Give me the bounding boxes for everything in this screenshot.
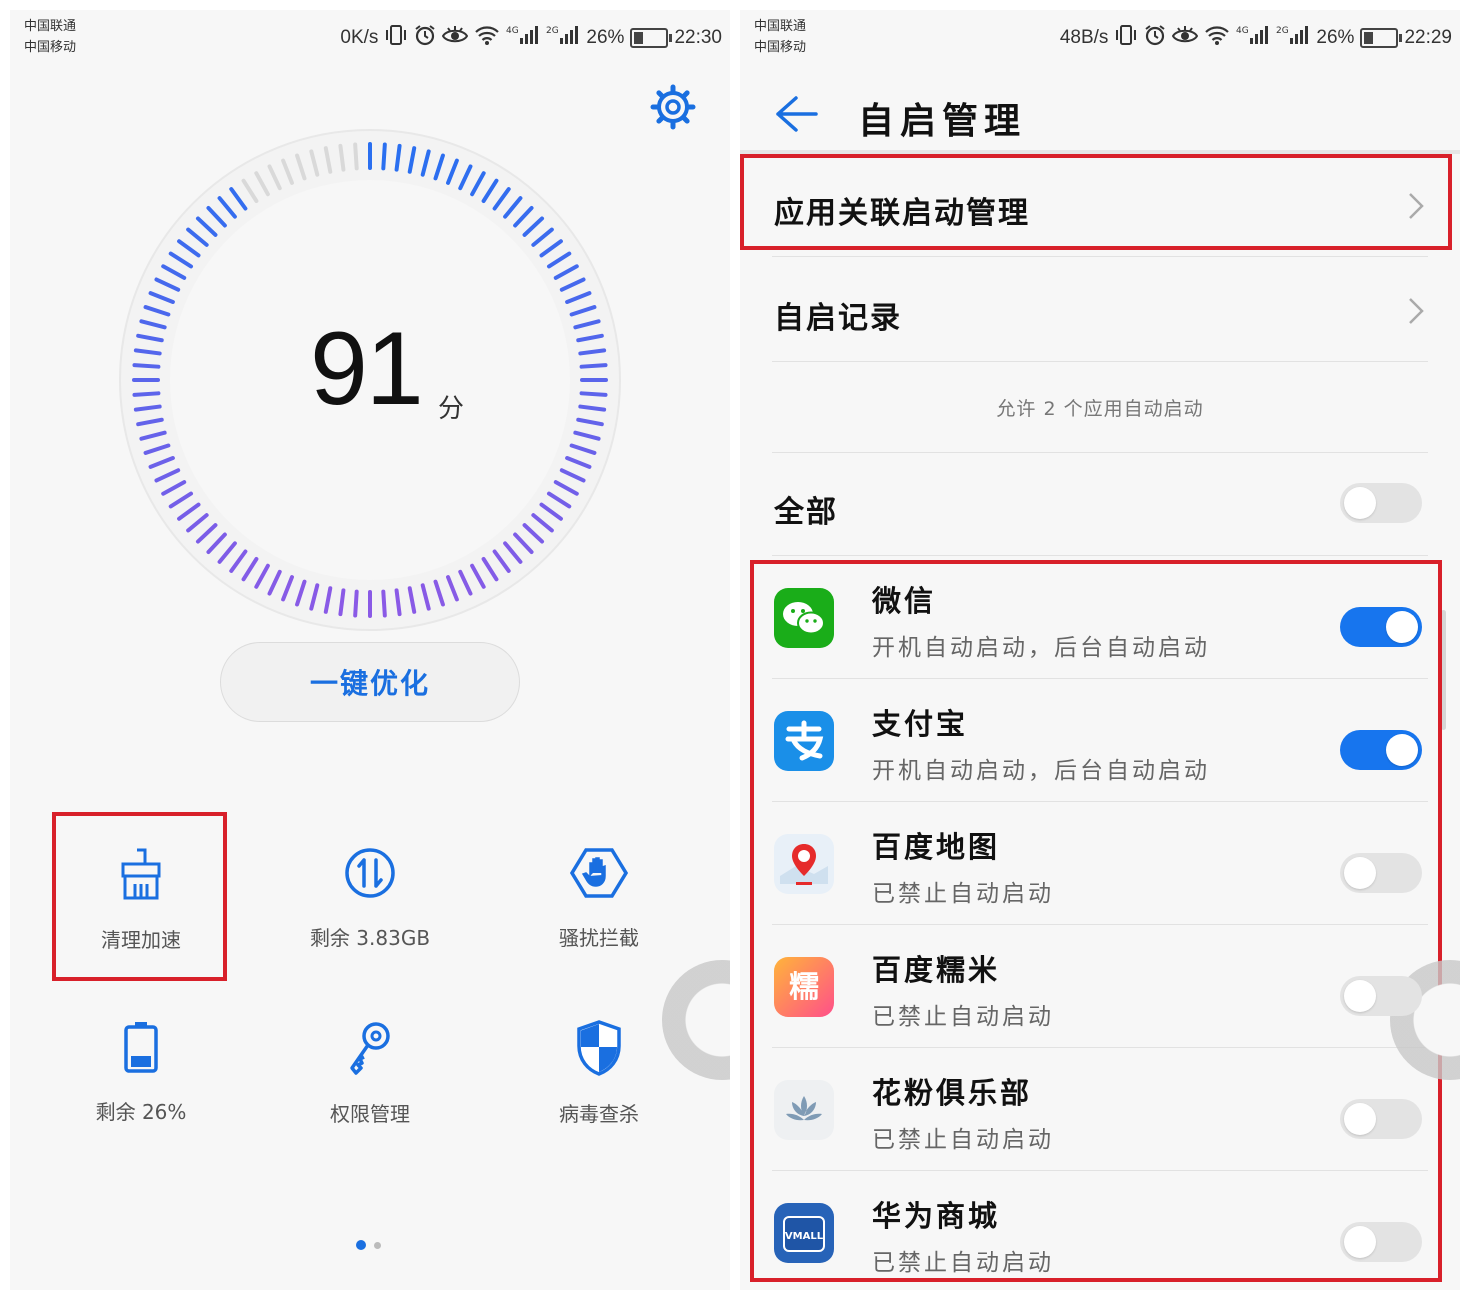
tool-permission[interactable]: 权限管理 [270, 1020, 470, 1127]
svg-text:4G: 4G [1236, 26, 1249, 36]
carrier-2: 中国移动 [754, 40, 807, 55]
battery-icon [1360, 28, 1403, 48]
wifi-icon [474, 25, 500, 51]
svg-text:2G: 2G [546, 26, 559, 36]
app-autostart-switch[interactable] [1340, 853, 1422, 893]
signal-4g-icon: 4G [506, 24, 540, 52]
battery-percent: 26% [1316, 27, 1355, 48]
phone-manager-screen: 中国联通 中国移动 0K/s 4G 2G 26% 22:30 91 分 一键优化… [10, 10, 730, 1290]
carrier-2: 中国移动 [24, 40, 77, 55]
settings-gear-icon[interactable] [650, 84, 696, 130]
page-dot-active [356, 1240, 366, 1250]
key-icon [350, 1022, 390, 1075]
alarm-icon [414, 24, 436, 52]
gauge-tick [353, 142, 359, 171]
traffic-icon [345, 848, 395, 898]
highlight-box [740, 154, 1452, 250]
vibrate-icon [1114, 24, 1138, 52]
app-autostart-switch[interactable] [1340, 730, 1422, 770]
tool-label: 权限管理 [330, 1102, 410, 1126]
menu-item-label: 自启记录 [774, 301, 902, 336]
block-hand-icon [570, 848, 628, 898]
svg-text:2G: 2G [1276, 26, 1289, 36]
gauge-tick [132, 391, 161, 397]
wifi-icon [1204, 25, 1230, 51]
alarm-icon [1144, 24, 1166, 52]
net-speed: 0K/s [340, 27, 379, 48]
gauge-tick [381, 142, 387, 171]
score-unit: 分 [438, 394, 465, 424]
tool-data-remaining[interactable]: 剩余 3.83GB [270, 846, 470, 951]
signal-2g-icon: 2G [546, 24, 580, 52]
gauge-tick [132, 363, 161, 369]
clock: 22:29 [1404, 27, 1452, 48]
battery-percent: 26% [586, 27, 625, 48]
page-title: 自启管理 [858, 101, 1027, 142]
shield-icon [577, 1020, 621, 1076]
startup-manager-screen: 中国联通 中国移动 48B/s 4G 2G 26% 22:29 自启管理 应用关… [740, 10, 1460, 1290]
eye-comfort-icon [1172, 25, 1199, 51]
carrier-names: 中国联通 中国移动 [754, 16, 806, 58]
app-bar: 自启管理 [740, 66, 1460, 156]
tool-harass-block[interactable]: 骚扰拦截 [499, 846, 699, 951]
svg-text:4G: 4G [506, 26, 519, 36]
gauge-tick [353, 589, 359, 618]
app-autostart-switch[interactable] [1340, 607, 1422, 647]
app-autostart-switch[interactable] [1340, 1099, 1422, 1139]
page-indicator [356, 1240, 381, 1250]
carrier-1: 中国联通 [754, 19, 807, 34]
app-autostart-switch[interactable] [1340, 1222, 1422, 1262]
vibrate-icon [384, 24, 408, 52]
gauge-tick [579, 363, 608, 369]
summary-text: 允许 2 个应用自动启动 [996, 398, 1204, 420]
net-speed: 48B/s [1059, 27, 1109, 48]
toggle-all-row: 全部 [772, 453, 1428, 556]
gauge-tick [579, 391, 608, 397]
tool-label: 剩余 3.83GB [309, 926, 431, 950]
clock: 22:30 [674, 27, 722, 48]
carrier-names: 中国联通 中国移动 [24, 16, 76, 58]
auto-start-summary: 允许 2 个应用自动启动 [772, 362, 1428, 453]
battery-icon [630, 28, 673, 48]
status-bar: 中国联通 中国移动 0K/s 4G 2G 26% 22:30 [10, 10, 730, 66]
back-arrow-icon[interactable] [774, 94, 818, 134]
battery-icon [124, 1022, 158, 1073]
signal-4g-icon: 4G [1236, 24, 1270, 52]
carrier-1: 中国联通 [24, 19, 77, 34]
tool-label: 病毒查杀 [559, 1102, 639, 1126]
gauge-tick [381, 589, 387, 618]
toggle-all-switch[interactable] [1340, 483, 1422, 523]
menu-item-startup-records[interactable]: 自启记录 [772, 257, 1428, 362]
tool-label: 骚扰拦截 [559, 926, 639, 950]
app-autostart-switch[interactable] [1340, 976, 1422, 1016]
highlight-box [52, 812, 227, 981]
signal-2g-icon: 2G [1276, 24, 1310, 52]
health-score: 91 [310, 311, 424, 427]
chevron-right-icon [1409, 298, 1424, 324]
highlight-box [750, 560, 1442, 1282]
tool-battery[interactable]: 剩余 26% [41, 1020, 241, 1125]
page-dot [374, 1241, 381, 1249]
tool-label: 剩余 26% [95, 1100, 187, 1124]
one-click-optimize-button[interactable]: 一键优化 [220, 642, 520, 722]
status-bar: 中国联通 中国移动 48B/s 4G 2G 26% 22:29 [740, 10, 1460, 66]
eye-comfort-icon [442, 25, 469, 51]
all-label: 全部 [774, 495, 838, 530]
